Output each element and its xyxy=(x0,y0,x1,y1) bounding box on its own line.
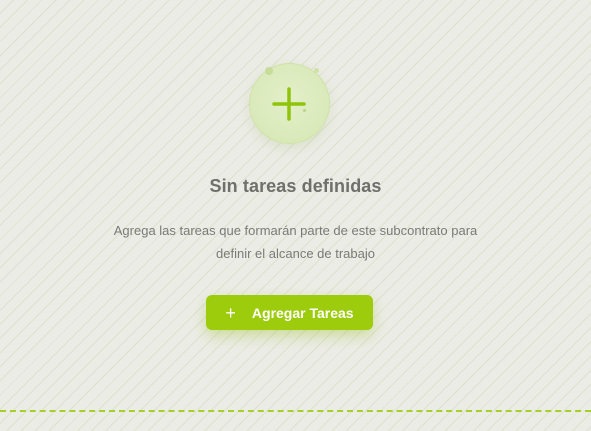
empty-state-description: Agrega las tareas que formarán parte de … xyxy=(70,219,521,265)
description-line: Agrega las tareas que formarán parte de … xyxy=(113,223,478,238)
empty-state: Sin tareas definidas Agrega las tareas q… xyxy=(0,0,591,431)
empty-state-title: Sin tareas definidas xyxy=(209,176,382,196)
empty-state-illustration xyxy=(249,63,330,144)
description-line: definir el alcance de trabajo xyxy=(216,246,375,261)
plus-icon xyxy=(272,87,306,121)
dashed-divider xyxy=(0,410,591,412)
plus-icon: + xyxy=(225,302,236,323)
add-tasks-button[interactable]: + Agregar Tareas xyxy=(206,295,373,330)
add-tasks-button-label: Agregar Tareas xyxy=(251,304,354,321)
